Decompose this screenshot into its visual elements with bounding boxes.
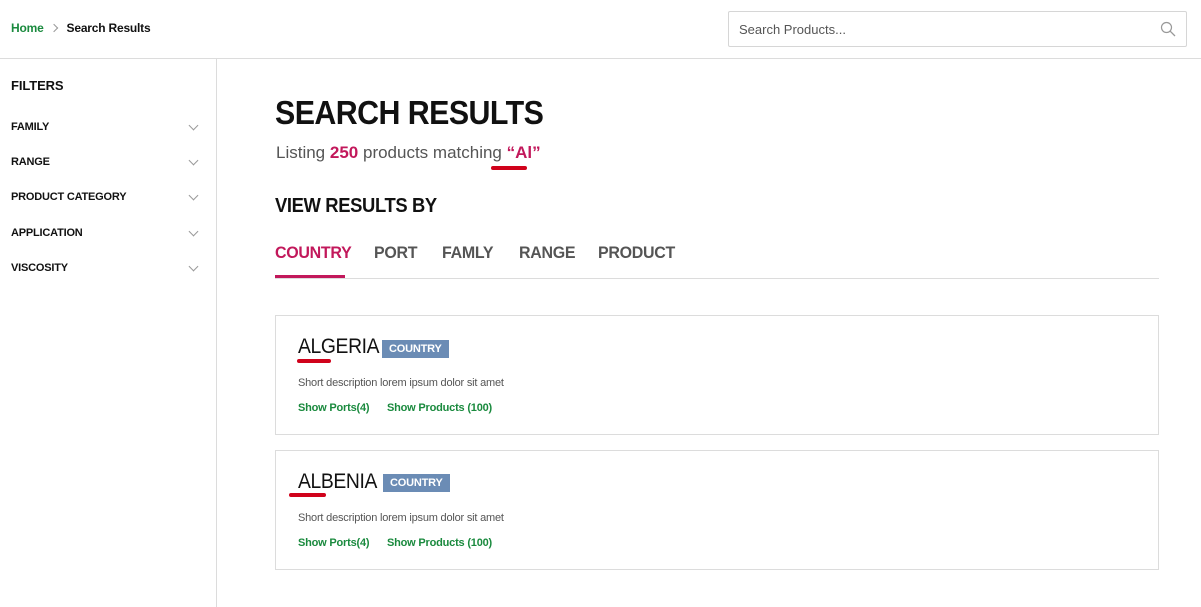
show-products-link[interactable]: Show Products (100) bbox=[387, 402, 492, 414]
breadcrumb: Home Search Results bbox=[11, 21, 151, 35]
filter-label: VISCOSITY bbox=[11, 262, 68, 274]
result-count: 250 bbox=[329, 143, 359, 162]
result-tabs: COUNTRY PORT FAMLY RANGE PRODUCT bbox=[275, 241, 1159, 279]
filter-label: RANGE bbox=[11, 156, 50, 168]
listing-middle: products matching bbox=[362, 143, 502, 162]
search-icon[interactable] bbox=[1160, 21, 1176, 37]
filter-product-category[interactable]: PRODUCT CATEGORY bbox=[0, 181, 216, 216]
page-title: SEARCH RESULTS bbox=[275, 94, 544, 131]
result-card: ALBENIA COUNTRY Short description lorem … bbox=[275, 450, 1159, 570]
tab-famly[interactable]: FAMLY bbox=[442, 243, 494, 263]
tab-product[interactable]: PRODUCT bbox=[598, 243, 675, 263]
show-ports-link[interactable]: Show Ports(4) bbox=[298, 402, 370, 414]
chevron-down-icon bbox=[188, 261, 199, 272]
filter-viscosity[interactable]: VISCOSITY bbox=[0, 252, 216, 287]
match-highlight-underline bbox=[289, 493, 326, 497]
search-box bbox=[728, 11, 1187, 47]
chevron-right-icon bbox=[49, 23, 58, 33]
listing-summary: Listing 250 products matching “Al” bbox=[276, 143, 541, 163]
filters-title: FILTERS bbox=[11, 78, 64, 93]
search-query: “Al” bbox=[506, 143, 541, 162]
result-name[interactable]: ALBENIA bbox=[298, 470, 377, 494]
breadcrumb-home-link[interactable]: Home bbox=[11, 21, 44, 35]
result-card: ALGERIA COUNTRY Short description lorem … bbox=[275, 315, 1159, 435]
sidebar: FILTERS FAMILY RANGE PRODUCT CATEGORY AP… bbox=[0, 59, 217, 607]
active-tab-indicator bbox=[275, 275, 345, 278]
tab-country[interactable]: COUNTRY bbox=[275, 243, 352, 263]
result-description: Short description lorem ipsum dolor sit … bbox=[298, 377, 504, 389]
chevron-down-icon bbox=[188, 120, 199, 131]
top-bar: Home Search Results bbox=[0, 0, 1201, 59]
type-badge: COUNTRY bbox=[383, 474, 450, 492]
show-ports-link[interactable]: Show Ports(4) bbox=[298, 537, 370, 549]
result-name[interactable]: ALGERIA bbox=[298, 335, 380, 359]
chevron-down-icon bbox=[188, 226, 199, 237]
filter-application[interactable]: APPLICATION bbox=[0, 217, 216, 252]
filter-family[interactable]: FAMILY bbox=[0, 111, 216, 146]
breadcrumb-current: Search Results bbox=[66, 21, 151, 35]
filter-label: PRODUCT CATEGORY bbox=[11, 191, 127, 203]
type-badge: COUNTRY bbox=[382, 340, 449, 358]
tab-range[interactable]: RANGE bbox=[519, 243, 576, 263]
match-highlight-underline bbox=[297, 359, 331, 363]
chevron-down-icon bbox=[188, 190, 199, 201]
listing-prefix: Listing bbox=[276, 143, 326, 162]
filter-label: APPLICATION bbox=[11, 227, 83, 239]
query-highlight-underline bbox=[491, 166, 527, 170]
filter-range[interactable]: RANGE bbox=[0, 146, 216, 181]
chevron-down-icon bbox=[188, 155, 199, 166]
show-products-link[interactable]: Show Products (100) bbox=[387, 537, 492, 549]
filter-label: FAMILY bbox=[11, 121, 50, 133]
view-results-by-heading: VIEW RESULTS BY bbox=[275, 195, 437, 217]
tab-port[interactable]: PORT bbox=[374, 243, 418, 263]
result-description: Short description lorem ipsum dolor sit … bbox=[298, 512, 504, 524]
search-input[interactable] bbox=[729, 12, 1149, 46]
